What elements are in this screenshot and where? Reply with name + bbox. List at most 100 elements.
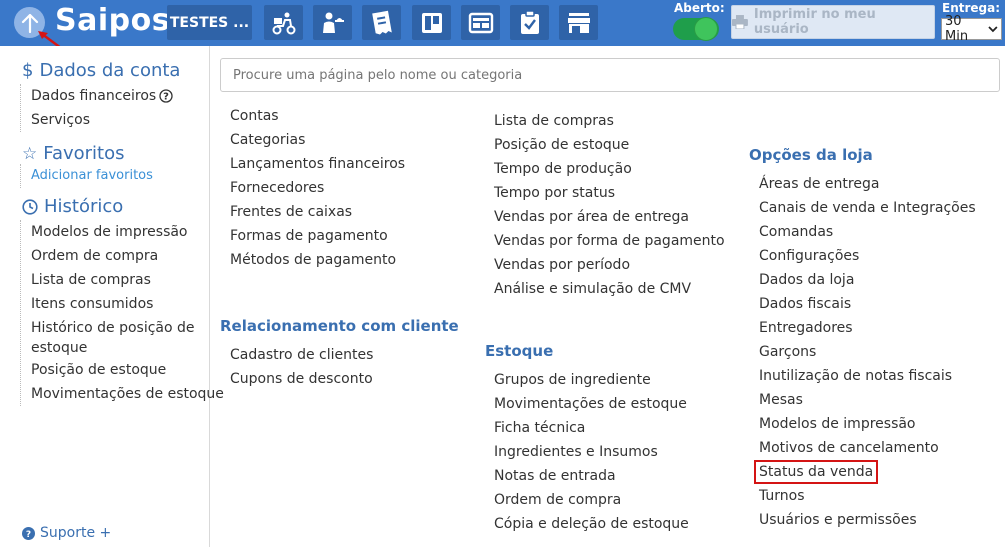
clock-icon — [22, 198, 38, 215]
support-label: Suporte + — [40, 525, 112, 541]
support-link[interactable]: ? Suporte + — [22, 525, 111, 541]
menu-link[interactable]: Dados fiscais — [759, 292, 976, 316]
menu-link[interactable]: Configurações — [759, 244, 976, 268]
sidebar-account-title: Dados da conta — [39, 60, 181, 81]
highlighted-link[interactable]: Status da venda — [754, 460, 879, 484]
menu-link[interactable]: Garçons — [759, 340, 976, 364]
menu-link[interactable]: Áreas de entrega — [759, 172, 976, 196]
menu-link[interactable]: Análise e simulação de CMV — [494, 277, 725, 301]
menu-link[interactable]: Fornecedores — [230, 176, 405, 200]
history-item[interactable]: Histórico de posição de estoque — [31, 316, 224, 358]
help-icon[interactable]: ? — [159, 89, 173, 103]
menu-link[interactable]: Lista de compras — [494, 109, 725, 133]
svg-text:?: ? — [163, 92, 169, 103]
sidebar-account-header: $ Dados da conta — [22, 60, 180, 81]
history-item[interactable]: Modelos de impressão — [31, 220, 224, 244]
history-item-line: Histórico de posição de — [31, 320, 195, 336]
tool-panel-button[interactable] — [461, 5, 500, 40]
top-bar: Saipos TESTES ... Aberto: Imprimir no me… — [0, 0, 1005, 46]
menu-link[interactable]: Lançamentos financeiros — [230, 152, 405, 176]
loja-list: Áreas de entrega Canais de venda e Integ… — [754, 172, 976, 532]
menu-link[interactable]: Usuários e permissões — [759, 508, 976, 532]
sidebar-history-title: Histórico — [44, 196, 124, 217]
menu-link[interactable]: Vendas por área de entrega — [494, 205, 725, 229]
sidebar-item-label: Dados financeiros — [31, 88, 157, 104]
menu-link[interactable]: Dados da loja — [759, 268, 976, 292]
delivery-time-label: Entrega: — [942, 1, 1001, 15]
kanban-icon — [421, 12, 442, 33]
section-title-estoque: Estoque — [485, 342, 554, 360]
tool-checklist-button[interactable] — [510, 5, 549, 40]
tool-waiter-button[interactable] — [313, 5, 352, 40]
toggle-knob — [694, 17, 718, 41]
menu-link[interactable]: Cópia e deleção de estoque — [494, 512, 689, 536]
menu-link[interactable]: Modelos de impressão — [759, 412, 976, 436]
sidebar-account-group: Dados financeiros ? Serviços — [20, 84, 173, 132]
open-status-toggle[interactable] — [673, 17, 719, 41]
svg-text:?: ? — [26, 530, 31, 540]
open-status-label: Aberto: — [674, 1, 725, 15]
menu-link[interactable]: Ficha técnica — [494, 416, 689, 440]
star-icon: ☆ — [22, 143, 38, 164]
menu-link[interactable]: Vendas por forma de pagamento — [494, 229, 725, 253]
menu-link[interactable]: Tempo de produção — [494, 157, 725, 181]
tool-kanban-button[interactable] — [412, 5, 451, 40]
tool-store-button[interactable] — [559, 5, 598, 40]
order-ticket-icon — [371, 10, 392, 35]
sidebar-favorites-header: ☆ Favoritos — [22, 143, 125, 164]
menu-link[interactable]: Contas — [230, 104, 405, 128]
chevron-down-icon — [988, 25, 998, 32]
history-item[interactable]: Posição de estoque — [31, 358, 224, 382]
waiter-icon — [322, 12, 344, 33]
sidebar-item-financial[interactable]: Dados financeiros ? — [31, 84, 173, 108]
section-title-loja: Opções da loja — [749, 146, 873, 164]
menu-link[interactable]: Turnos — [759, 484, 976, 508]
history-item[interactable]: Ordem de compra — [31, 244, 224, 268]
estoque-list: Grupos de ingrediente Movimentações de e… — [494, 368, 689, 536]
menu-link[interactable]: Cadastro de clientes — [230, 343, 373, 367]
menu-link[interactable]: Entregadores — [759, 316, 976, 340]
menu-link[interactable]: Canais de venda e Integrações — [759, 196, 976, 220]
delivery-time-value: 30 Min — [945, 14, 969, 44]
sidebar-favorites-group: Adicionar favoritos — [20, 164, 153, 188]
menu-link[interactable]: Motivos de cancelamento — [759, 436, 976, 460]
section-title-relacionamento: Relacionamento com cliente — [220, 317, 459, 335]
menu-link-status-da-venda[interactable]: Status da venda — [754, 460, 976, 484]
finance-list: Contas Categorias Lançamentos financeiro… — [230, 104, 405, 272]
brand-logo: Saipos — [55, 3, 171, 38]
tool-order-ticket-button[interactable] — [362, 5, 401, 40]
history-item[interactable]: Itens consumidos — [31, 292, 224, 316]
menu-link[interactable]: Inutilização de notas fiscais — [759, 364, 976, 388]
menu-link[interactable]: Ingredientes e Insumos — [494, 440, 689, 464]
reports-list: Lista de compras Posição de estoque Temp… — [494, 109, 725, 301]
menu-link[interactable]: Movimentações de estoque — [494, 392, 689, 416]
menu-link[interactable]: Posição de estoque — [494, 133, 725, 157]
menu-link[interactable]: Tempo por status — [494, 181, 725, 205]
menu-link[interactable]: Cupons de desconto — [230, 367, 373, 391]
tool-delivery-button[interactable] — [264, 5, 303, 40]
menu-link[interactable]: Notas de entrada — [494, 464, 689, 488]
delivery-icon — [272, 12, 295, 34]
dollar-icon: $ — [22, 60, 34, 81]
panel-icon — [468, 12, 493, 33]
menu-link[interactable]: Grupos de ingrediente — [494, 368, 689, 392]
menu-link[interactable]: Formas de pagamento — [230, 224, 405, 248]
history-item[interactable]: Lista de compras — [31, 268, 224, 292]
history-item[interactable]: Movimentações de estoque — [31, 382, 224, 406]
sidebar-history-group: Modelos de impressão Ordem de compra Lis… — [20, 220, 224, 406]
store-selector-button[interactable]: TESTES ... — [167, 5, 252, 40]
menu-link[interactable]: Frentes de caixas — [230, 200, 405, 224]
page-search-input[interactable] — [220, 58, 1000, 92]
store-icon — [567, 12, 590, 33]
question-circle-icon: ? — [22, 526, 35, 540]
print-my-user-button[interactable]: Imprimir no meu usuário — [731, 5, 935, 39]
menu-link[interactable]: Métodos de pagamento — [230, 248, 405, 272]
delivery-time-select[interactable]: 30 Min — [941, 14, 1002, 44]
menu-link[interactable]: Vendas por período — [494, 253, 725, 277]
menu-link[interactable]: Ordem de compra — [494, 488, 689, 512]
sidebar-item-services[interactable]: Serviços — [31, 108, 173, 132]
menu-link[interactable]: Mesas — [759, 388, 976, 412]
add-favorites-link[interactable]: Adicionar favoritos — [31, 164, 153, 188]
menu-link[interactable]: Categorias — [230, 128, 405, 152]
menu-link[interactable]: Comandas — [759, 220, 976, 244]
